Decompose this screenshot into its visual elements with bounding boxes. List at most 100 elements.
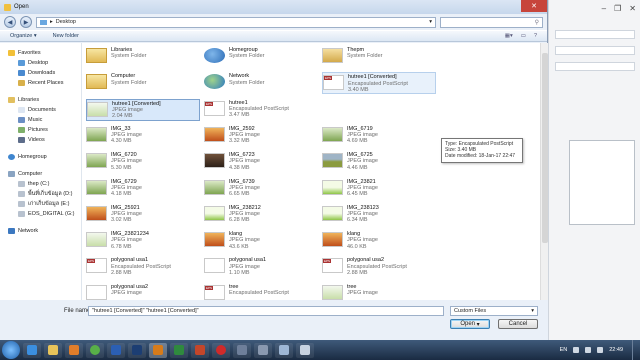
view-options-icon[interactable]: ▦▾ xyxy=(505,33,513,39)
new-folder-button[interactable]: New folder xyxy=(53,33,79,39)
file-item[interactable]: IMG_6729 JPEG image 4.18 MB xyxy=(86,178,200,200)
file-item[interactable]: Computer System Folder xyxy=(86,72,200,94)
file-item[interactable]: IMG_6720 JPEG image 5.30 MB xyxy=(86,151,200,173)
file-item[interactable]: klang JPEG image 43.6 KB xyxy=(204,230,318,252)
file-item[interactable]: polygonal usa2Encapsulated PostScript2.8… xyxy=(322,256,436,278)
image-thumbnail xyxy=(322,179,343,195)
clock[interactable]: 22:49 xyxy=(609,347,623,353)
file-item[interactable]: klang JPEG image 46.0 KB xyxy=(322,230,436,252)
tray-icon[interactable] xyxy=(573,347,580,353)
file-size: 2.88 MB xyxy=(347,269,368,276)
background-window-controls: – ❐ ✕ xyxy=(601,4,636,13)
forward-button[interactable]: ▶ xyxy=(20,16,32,28)
sidebar-item-drive-d[interactable]: พื้นที่เก็บข้อมูล (D:) xyxy=(8,189,81,199)
taskbar-app-other[interactable] xyxy=(296,342,314,358)
file-item[interactable]: IMG_6739 JPEG image 6.65 MB xyxy=(204,178,318,200)
scrollbar-thumb[interactable] xyxy=(542,53,548,243)
sidebar-computer[interactable]: Computer xyxy=(8,169,81,179)
help-icon[interactable]: ? xyxy=(534,33,537,39)
language-indicator[interactable]: EN xyxy=(560,347,568,353)
file-item[interactable]: IMG_6723 JPEG image 4.38 MB xyxy=(204,151,318,173)
file-item[interactable]: hutree1 [Converted]Encapsulated PostScri… xyxy=(322,72,436,95)
taskbar-app-media[interactable] xyxy=(65,342,83,358)
file-type: System Folder xyxy=(347,53,383,60)
file-item[interactable]: IMG_2592 JPEG image 3.32 MB xyxy=(204,125,318,147)
taskbar-app-other[interactable] xyxy=(254,342,272,358)
open-dropdown-icon[interactable]: ▾ xyxy=(477,321,480,328)
back-button[interactable]: ◀ xyxy=(4,16,16,28)
background-panel xyxy=(569,140,635,225)
image-thumbnail xyxy=(204,126,225,142)
sidebar-item-recent-places[interactable]: Recent Places xyxy=(8,78,81,88)
taskbar-app-photoshop[interactable] xyxy=(128,342,146,358)
search-input[interactable]: ⚲ xyxy=(440,16,543,28)
sidebar-item-documents[interactable]: Documents xyxy=(8,105,81,115)
file-item[interactable]: polygonal usa1 JPEG image 1.10 MB xyxy=(204,256,318,278)
sidebar-item-videos[interactable]: Videos xyxy=(8,135,81,145)
address-dropdown-icon[interactable]: ▾ xyxy=(429,19,432,25)
sidebar-homegroup[interactable]: Homegroup xyxy=(8,152,81,162)
file-name-input[interactable]: "hutree1 [Converted]" "hutree1 [Converte… xyxy=(88,306,444,316)
file-size: 46.0 KB xyxy=(347,243,367,250)
file-item[interactable]: hutree1 [Converted] JPEG image 2.04 MB xyxy=(86,98,200,121)
address-bar[interactable]: ▸ Desktop ▾ xyxy=(36,16,436,28)
open-dialog: Open ✕ ◀ ▶ ▸ Desktop ▾ ⚲ Organize ▾ New … xyxy=(0,0,548,340)
file-size: 43.6 KB xyxy=(229,243,249,250)
file-type-select[interactable]: Custom Files ▾ xyxy=(450,306,538,316)
file-item[interactable]: IMG_238212 JPEG image 6.28 MB xyxy=(204,204,318,226)
file-item[interactable]: hutree1Encapsulated PostScript3.47 MB xyxy=(204,99,318,121)
excel-icon xyxy=(174,345,184,355)
taskbar-app-other[interactable] xyxy=(275,342,293,358)
network-tray-icon[interactable] xyxy=(585,347,592,353)
file-item[interactable]: IMG_23821234 JPEG image 6.78 MB xyxy=(86,230,200,252)
sidebar-libraries[interactable]: Libraries xyxy=(8,95,81,105)
image-thumbnail xyxy=(204,205,225,221)
file-item[interactable]: Homegroup System Folder xyxy=(204,46,318,68)
sidebar-item-drive-g[interactable]: EOS_DIGITAL (G:) xyxy=(8,209,81,219)
vertical-scrollbar[interactable] xyxy=(540,43,548,300)
sidebar-item-desktop[interactable]: Desktop xyxy=(8,58,81,68)
file-item[interactable]: polygonal usa1Encapsulated PostScript2.8… xyxy=(86,256,200,278)
sidebar-favorites[interactable]: Favorites xyxy=(8,48,81,58)
file-item[interactable]: IMG_6719 JPEG image 4.69 MB xyxy=(322,125,436,147)
sidebar-item-pictures[interactable]: Pictures xyxy=(8,125,81,135)
folder-icon xyxy=(86,48,107,63)
taskbar-app-excel[interactable] xyxy=(170,342,188,358)
file-size: 4.30 MB xyxy=(111,138,132,145)
cancel-button[interactable]: Cancel xyxy=(498,319,538,329)
file-item[interactable]: Thepm System Folder xyxy=(322,46,436,68)
sidebar-item-music[interactable]: Music xyxy=(8,115,81,125)
volume-icon[interactable] xyxy=(597,347,604,353)
taskbar-app-illustrator[interactable] xyxy=(149,342,167,358)
taskbar-app-word[interactable] xyxy=(107,342,125,358)
file-item[interactable]: Network System Folder xyxy=(204,72,318,94)
sidebar-item-downloads[interactable]: Downloads xyxy=(8,68,81,78)
sidebar-network[interactable]: Network xyxy=(8,226,81,236)
file-size: 3.02 MB xyxy=(111,217,132,224)
file-item[interactable]: IMG_23821 JPEG image 6.45 MB xyxy=(322,178,436,200)
eps-file-icon xyxy=(86,258,107,274)
close-button[interactable]: ✕ xyxy=(521,0,547,12)
computer-icon xyxy=(8,171,15,177)
taskbar-app-recorder[interactable] xyxy=(212,342,230,358)
show-desktop-button[interactable] xyxy=(632,340,640,360)
file-item[interactable]: IMG_6725 JPEG image 4.46 MB xyxy=(322,151,436,173)
file-size: 4.38 MB xyxy=(229,164,250,171)
organize-button[interactable]: Organize ▾ xyxy=(10,33,37,39)
chrome-icon xyxy=(90,345,100,355)
file-item[interactable]: IMG_238123 JPEG image 6.34 MB xyxy=(322,204,436,226)
file-item[interactable]: Libraries System Folder xyxy=(86,46,200,68)
sidebar-item-drive-e[interactable]: เก่าเก็บข้อมูล (E:) xyxy=(8,199,81,209)
start-button[interactable] xyxy=(2,341,20,359)
taskbar-app-explorer[interactable] xyxy=(44,342,62,358)
open-button[interactable]: Open ▾ xyxy=(450,319,490,329)
taskbar-app-other[interactable] xyxy=(233,342,251,358)
taskbar-app-chrome[interactable] xyxy=(86,342,104,358)
sidebar-item-drive-c[interactable]: thep (C:) xyxy=(8,179,81,189)
taskbar-app-ie[interactable] xyxy=(23,342,41,358)
file-item[interactable]: IMG_25921 JPEG image 3.02 MB xyxy=(86,204,200,226)
breadcrumb-desktop[interactable]: Desktop xyxy=(56,19,76,25)
preview-pane-icon[interactable]: ▭ xyxy=(521,33,526,39)
taskbar-app-powerpoint[interactable] xyxy=(191,342,209,358)
file-item[interactable]: IMG_33 JPEG image 4.30 MB xyxy=(86,125,200,147)
